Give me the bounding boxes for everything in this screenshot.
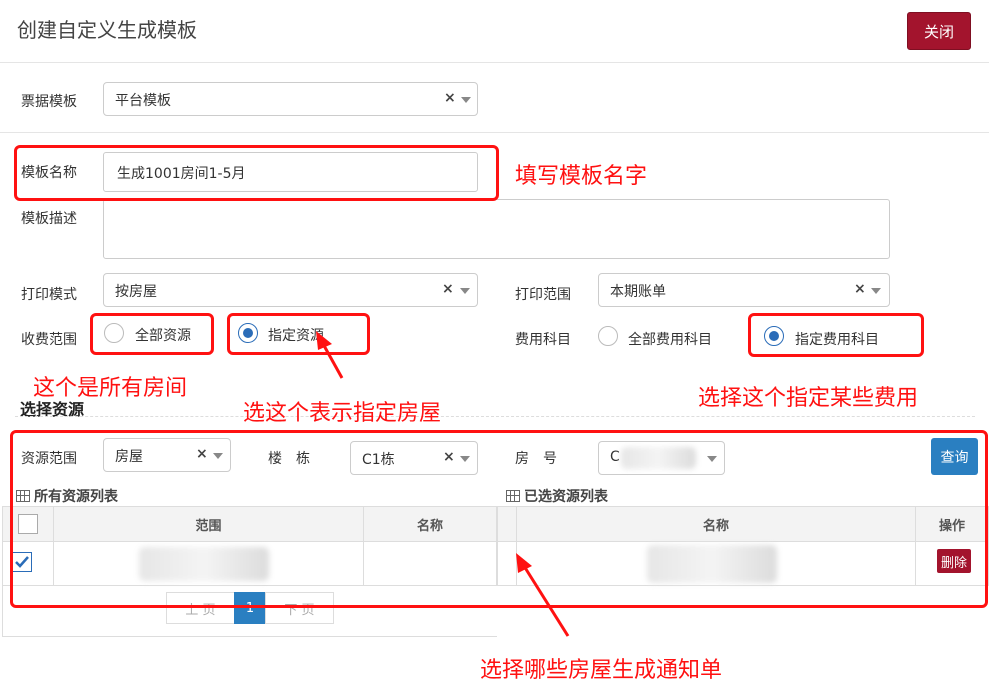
arrow-icon [516,553,570,637]
annotation-arrows [316,331,570,637]
arrow-icon [316,331,344,379]
